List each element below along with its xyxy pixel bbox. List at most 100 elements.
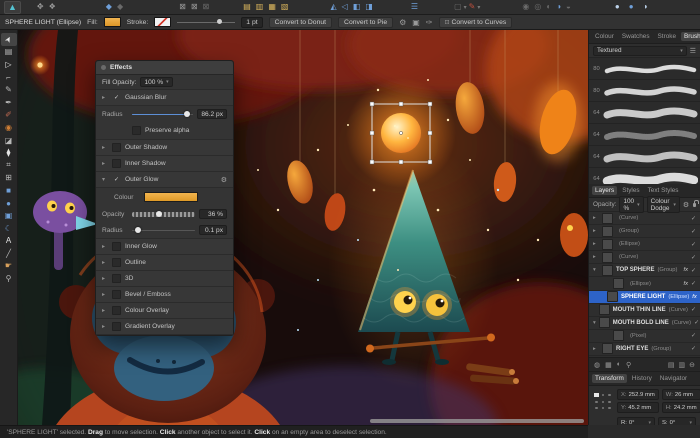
fill-opacity-dropdown[interactable]: 100 % ▾ (140, 77, 172, 87)
snap-option-3-icon[interactable]: ▦ (268, 2, 276, 12)
point-transform-icon[interactable]: ✥ (37, 2, 44, 12)
tab-transform[interactable]: Transform (592, 374, 627, 383)
tab-swatches[interactable]: Swatches (619, 32, 653, 41)
move-tool[interactable]: ➤ (1, 33, 17, 46)
geometry-option-2-icon[interactable]: ▣ (412, 18, 420, 27)
alignment-icon[interactable]: ☰ (411, 2, 418, 12)
tab-history[interactable]: History (629, 374, 655, 383)
height-field[interactable]: H: 24.2 mm (662, 402, 700, 413)
convert-to-curves-button[interactable]: ⊡ Convert to Curves (439, 17, 513, 28)
effect-row[interactable]: ▸ 3D (96, 271, 233, 287)
transform-objects-icon[interactable]: ⊠ (179, 2, 186, 12)
visibility-check-icon[interactable]: ✓ (691, 306, 696, 313)
effect-row[interactable]: ▸ Colour Overlay (96, 303, 233, 319)
stroke-swatch[interactable] (154, 17, 171, 27)
layer-row[interactable]: ▸ (Group) fx ✓ (589, 225, 700, 238)
glow-colour-swatch[interactable] (144, 192, 198, 202)
visibility-check-icon[interactable]: ✓ (694, 319, 699, 326)
stroke-pen-icon[interactable]: ✎ (469, 2, 476, 12)
tab-navigator[interactable]: Navigator (657, 374, 690, 383)
width-field[interactable]: W: 26 mm (662, 389, 700, 400)
snap-option-2-icon[interactable]: ▥ (256, 2, 264, 12)
brush-item[interactable]: 80 (589, 58, 700, 80)
view-mode-retina-icon[interactable]: ◑ (643, 2, 648, 12)
colour-picker-tool[interactable]: ⧫ (1, 146, 17, 159)
shape-tool[interactable]: ☾ (1, 222, 17, 235)
vector-crop-tool[interactable]: ⌗ (1, 159, 17, 172)
line-tool[interactable]: ╱ (1, 247, 17, 260)
expander-icon[interactable]: ▸ (102, 144, 108, 151)
effect-checkbox[interactable] (112, 143, 121, 152)
outer-glow-checkbox[interactable]: ✓ (112, 175, 121, 184)
effect-checkbox[interactable] (112, 258, 121, 267)
layer-effects-icon[interactable]: ⚲ (626, 361, 631, 369)
expander-icon[interactable]: ▸ (102, 291, 108, 298)
layer-row[interactable]: SPHERE LIGHT (Ellipse) fx ✓ (589, 291, 700, 304)
visibility-check-icon[interactable]: ✓ (691, 215, 696, 222)
lock-icon[interactable] (693, 203, 696, 207)
effect-row[interactable]: ▸ Outer Shadow (96, 140, 233, 156)
stroke-width-input[interactable]: 1 pt (241, 17, 262, 28)
stroke-width-slider[interactable] (177, 18, 235, 26)
effect-row[interactable]: ▸ Gradient Overlay (96, 319, 233, 335)
effect-checkbox[interactable] (112, 242, 121, 251)
move-back-icon[interactable]: ◧ (353, 2, 361, 12)
expander-icon[interactable]: ▸ (593, 346, 599, 352)
visibility-check-icon[interactable]: ✓ (691, 241, 696, 248)
fill-tool[interactable]: ◉ (1, 121, 17, 134)
expander-icon[interactable]: ▾ (102, 176, 108, 183)
anchor-grid[interactable] (593, 391, 613, 411)
layer-opacity-dropdown[interactable]: 100 % ▾ (619, 196, 643, 213)
ellipse-tool[interactable]: ● (1, 197, 17, 210)
move-front-icon[interactable]: ◨ (365, 2, 373, 12)
boolean-combine-icon[interactable]: ◒ (566, 2, 571, 12)
view-mode-pixel-icon[interactable]: ● (629, 2, 634, 12)
text-tool[interactable]: A (1, 235, 17, 248)
effect-checkbox[interactable] (112, 322, 121, 331)
glow-radius-slider[interactable] (132, 227, 195, 234)
rectangle-tool[interactable]: ■ (1, 184, 17, 197)
zoom-tool[interactable]: ⚲ (1, 272, 17, 285)
gear-icon[interactable]: ⚙ (683, 201, 689, 209)
pencil-tool[interactable]: ✎ (1, 83, 17, 96)
layer-row[interactable]: ▸ RIGHT EYE (Group) fx ✓ (589, 343, 700, 356)
expander-icon[interactable]: ▸ (593, 228, 599, 234)
pen-tool[interactable]: ✒ (1, 96, 17, 109)
effect-row[interactable]: ▸ Inner Glow (96, 239, 233, 255)
vector-brush-tool[interactable]: ✐ (1, 109, 17, 122)
brush-item[interactable]: 64 (589, 124, 700, 146)
style-preset-icon[interactable]: ▢ (454, 2, 462, 12)
close-icon[interactable] (101, 65, 106, 70)
flip-horizontal-icon[interactable]: ◭ (330, 2, 336, 12)
style-caret-icon[interactable]: ▾ (464, 4, 467, 11)
visibility-check-icon[interactable]: ✓ (691, 254, 696, 261)
effect-row[interactable]: ▸ Inner Shadow (96, 156, 233, 172)
boolean-intersect-icon[interactable]: ◐ (546, 2, 551, 12)
effect-checkbox[interactable] (112, 159, 121, 168)
layer-row[interactable]: (Ellipse) fx ✓ (589, 277, 700, 290)
visibility-check-icon[interactable]: ✓ (691, 267, 696, 274)
expander-icon[interactable]: ▸ (102, 94, 108, 101)
effect-row[interactable]: ▸ Bevel / Emboss (96, 287, 233, 303)
transparency-tool[interactable]: ◪ (1, 134, 17, 147)
corner-tool[interactable]: ⌐ (1, 71, 17, 84)
geometry-option-3-icon[interactable]: ✑ (426, 18, 433, 27)
gaussian-radius-slider[interactable] (132, 111, 193, 118)
hand-tool[interactable]: ☛ (1, 260, 17, 273)
gaussian-radius-value[interactable]: 86.2 px (197, 109, 227, 119)
gaussian-blur-checkbox[interactable]: ✓ (112, 93, 121, 102)
expander-icon[interactable]: ▸ (102, 243, 108, 250)
view-mode-vector-icon[interactable]: ● (615, 2, 620, 12)
effects-panel-titlebar[interactable]: Effects (96, 61, 233, 75)
node-tool[interactable]: ▷ (1, 58, 17, 71)
expander-icon[interactable]: ▸ (102, 160, 108, 167)
layer-row[interactable]: (Pixel) fx ✓ (589, 330, 700, 343)
add-adjustment-icon[interactable]: ◐ (617, 361, 621, 368)
expander-icon[interactable]: ▸ (102, 307, 108, 314)
panel-menu-icon[interactable]: ☰ (690, 47, 696, 55)
tab-layers[interactable]: Layers (592, 186, 617, 195)
tab-colour[interactable]: Colour (592, 32, 617, 41)
tab-stroke[interactable]: Stroke (655, 32, 679, 41)
fill-swatch[interactable] (104, 17, 121, 27)
tab-brushes[interactable]: Brushes (681, 32, 700, 41)
